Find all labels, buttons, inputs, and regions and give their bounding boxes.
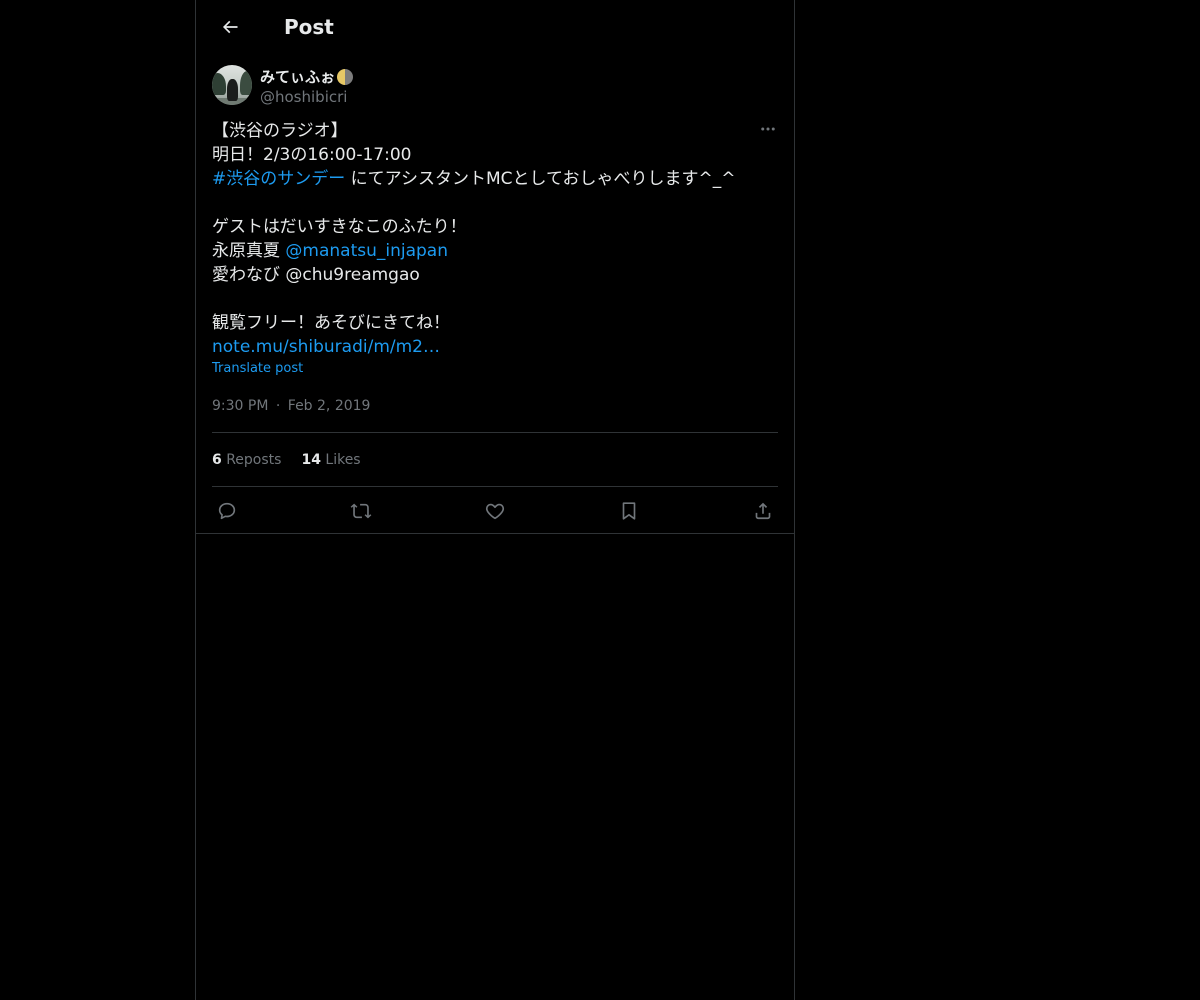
bookmark-button[interactable] [618,500,640,522]
author-display-name[interactable]: みてぃふぉ [260,67,354,87]
moon-icon [337,69,354,85]
post-line: にてアシスタントMCとしておしゃべりします^_^ [345,169,736,189]
heart-icon [485,503,505,519]
display-name-text: みてぃふぉ [260,68,336,86]
author-names: みてぃふぉ @hoshibicri [260,65,354,107]
post-line: 永原真夏 [212,241,286,261]
post-line: ゲストはだいすきなこのふたり！ [212,217,467,237]
translate-post-link[interactable]: Translate post [212,361,778,377]
page-header: Post [196,0,794,53]
more-horizontal-icon [761,127,775,131]
timestamp-separator: · [275,398,281,414]
share-icon [755,502,771,519]
author-handle[interactable]: @hoshibicri [260,87,353,107]
like-button[interactable] [484,500,506,522]
post-author: みてぃふぉ @hoshibicri [212,53,778,117]
likes-label: Likes [325,451,361,468]
avatar[interactable] [212,65,252,105]
post-text: 【渋谷のラジオ】 明日！2/3の16:00-17:00 #渋谷のサンデー にてア… [212,119,778,359]
share-button[interactable] [752,500,774,522]
post-line: 愛わなび @chu9reamgao [212,265,420,285]
repost-icon [350,503,372,518]
post-timestamp: 9:30 PM · Feb 2, 2019 [212,396,778,416]
post-line: 観覧フリー！あそびにきてね！ [212,313,450,333]
post-line: 明日！2/3の16:00-17:00 [212,145,412,165]
post-line: 【渋谷のラジオ】 [212,121,348,141]
post-detail: みてぃふぉ @hoshibicri 【渋谷のラジオ】 明日！2/3の16:00-… [196,53,794,534]
likes-stat[interactable]: 14 Likes [301,452,360,468]
post-time[interactable]: 9:30 PM [212,398,268,414]
repost-button[interactable] [350,500,372,522]
post-date[interactable]: Feb 2, 2019 [288,398,371,414]
reply-button[interactable] [216,500,238,522]
reposts-label: Reposts [226,451,282,468]
back-button[interactable] [212,9,248,45]
reposts-count: 6 [212,451,222,468]
url-link[interactable]: note.mu/shiburadi/m/m2… [212,337,440,357]
reposts-stat[interactable]: 6 Reposts [212,452,281,468]
likes-count: 14 [301,451,321,468]
mention-link[interactable]: @manatsu_injapan [285,241,448,261]
post-column: Post みてぃふぉ @hoshibicri 【渋谷のラジオ】 明日！2/3の1… [195,0,795,1000]
bookmark-icon [622,501,636,520]
reply-icon [218,502,236,519]
action-bar [212,487,778,534]
hashtag-link[interactable]: #渋谷のサンデー [212,169,345,189]
page-title: Post [284,14,334,39]
arrow-left-icon [222,20,238,33]
more-button[interactable] [758,119,778,139]
post-stats: 6 Reposts 14 Likes [212,433,778,486]
